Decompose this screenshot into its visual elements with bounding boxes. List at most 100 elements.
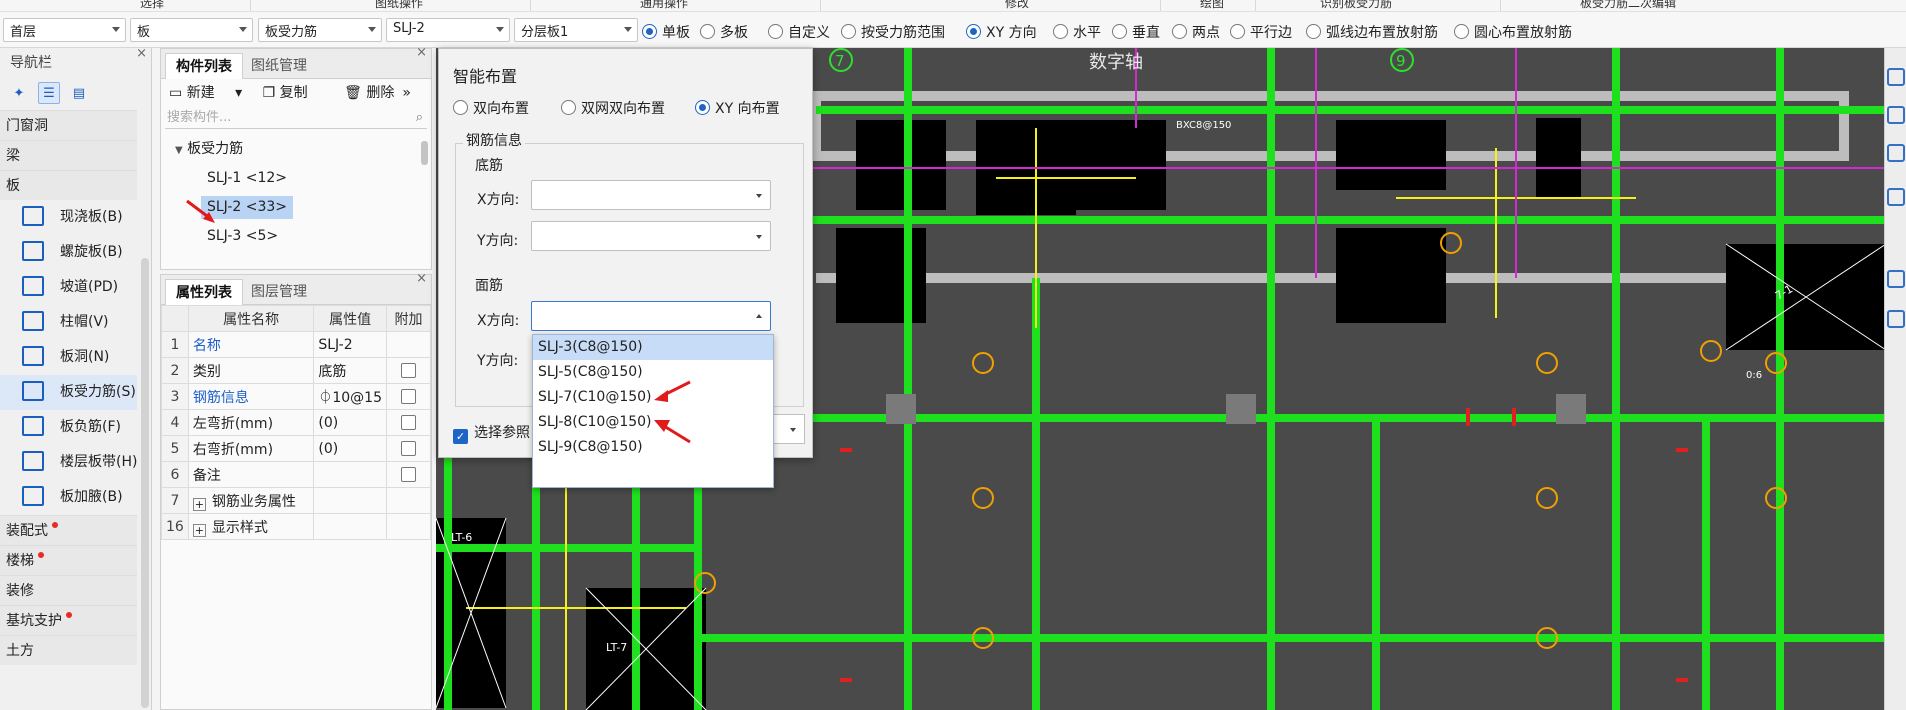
select-reference-checkbox[interactable]: ✓ 选择参照	[453, 422, 530, 444]
extra-checkbox[interactable]	[401, 388, 416, 404]
radio-multi-slab[interactable]: 多板	[700, 22, 748, 41]
ribbon-group-common[interactable]: 通用操作	[640, 0, 688, 11]
radio-vertical[interactable]: 垂直	[1112, 22, 1160, 41]
prop-value[interactable]: (0)	[313, 435, 387, 462]
tab-layer-manager[interactable]: 图层管理	[241, 279, 317, 305]
tree-item[interactable]: SLJ-1 <12>	[161, 164, 431, 193]
close-icon[interactable]: ×	[136, 46, 147, 61]
copy-button[interactable]: ❐ 复制	[263, 85, 324, 101]
close-icon[interactable]: ×	[416, 271, 427, 286]
nav-category-pit[interactable]: 基坑支护	[0, 605, 137, 635]
ribbon-group-drawing[interactable]: 图纸操作	[375, 0, 423, 11]
nav-item-cast-slab[interactable]: 现浇板(B)	[0, 200, 137, 235]
ribbon-group-secondary-edit[interactable]: 板受力筋二次编辑	[1580, 0, 1676, 11]
close-icon[interactable]: ×	[416, 45, 427, 60]
layer-box-icon[interactable]	[1887, 270, 1905, 288]
top-x-select[interactable]	[531, 301, 771, 331]
table-row[interactable]: 7 + 钢筋业务属性	[161, 487, 431, 514]
reference-select[interactable]	[769, 414, 805, 444]
ribbon-group-draw[interactable]: 绘图	[1200, 0, 1224, 11]
expand-icon[interactable]: +	[192, 497, 206, 511]
nav-item-ramp[interactable]: 坡道(PD)	[0, 270, 137, 305]
nav-category-slab[interactable]: 板	[0, 170, 137, 200]
new-button[interactable]: ▭ 新建 ▾	[169, 85, 242, 101]
expand-icon[interactable]: +	[192, 523, 206, 537]
nav-scrollbar[interactable]	[141, 258, 149, 708]
radio-xy-direction[interactable]: XY 方向	[966, 22, 1037, 41]
extra-checkbox[interactable]	[401, 440, 416, 456]
ribbon-group-identify[interactable]: 识别板受力筋	[1320, 0, 1392, 11]
solid-view-icon[interactable]	[1887, 188, 1905, 206]
dropdown-option-selected[interactable]: SLJ-3(C8@150)	[533, 335, 773, 360]
prop-extra	[386, 435, 431, 462]
prop-value[interactable]: (0)	[313, 409, 387, 436]
radio-center-radial[interactable]: 圆心布置放射筋	[1454, 22, 1572, 41]
component-type-select[interactable]: 板受力筋	[258, 18, 382, 42]
prop-value[interactable]: ⏀10@15	[313, 383, 387, 410]
nav-item-negative-rebar[interactable]: 板负筋(F)	[0, 410, 137, 445]
radio-by-rebar-range[interactable]: 按受力筋范围	[841, 22, 945, 41]
radio-two-way[interactable]: 双向布置	[453, 98, 529, 117]
table-row[interactable]: 2 类别 底筋	[161, 357, 431, 384]
nav-item-haunch[interactable]: 板加腋(B)	[0, 480, 137, 515]
radio-parallel-edge[interactable]: 平行边	[1230, 22, 1292, 41]
prop-value[interactable]: SLJ-2	[313, 331, 387, 358]
table-row[interactable]: 3 钢筋信息 ⏀10@15	[161, 383, 431, 410]
nav-item-spiral-slab[interactable]: 螺旋板(B)	[0, 235, 137, 270]
category-select[interactable]: 板	[130, 18, 253, 42]
extra-checkbox[interactable]	[401, 362, 416, 378]
extra-checkbox[interactable]	[401, 414, 416, 430]
tree-root[interactable]: ▼ 板受力筋	[161, 135, 431, 164]
radio-arc-edge-radial[interactable]: 弧线边布置放射筋	[1306, 22, 1438, 41]
table-row[interactable]: 4 左弯折(mm) (0)	[161, 409, 431, 436]
prop-name-group[interactable]: + 显示样式	[187, 513, 315, 540]
radio-xy-layout[interactable]: XY 向布置	[695, 98, 780, 117]
table-row[interactable]: 16 + 显示样式	[161, 513, 431, 540]
prop-name-group[interactable]: + 钢筋业务属性	[187, 487, 315, 514]
prop-value[interactable]	[313, 461, 387, 488]
delete-button[interactable]: 🗑 删除	[344, 85, 410, 101]
tab-component-list[interactable]: 构件列表	[165, 53, 243, 79]
table-row[interactable]: 6 备注	[161, 461, 431, 488]
bottom-y-select[interactable]	[531, 221, 771, 251]
ribbon-group-select[interactable]: 选择	[140, 0, 164, 11]
nav-category-beam[interactable]: 梁	[0, 140, 137, 170]
component-select[interactable]: SLJ-2	[386, 18, 510, 42]
ribbon-group-modify[interactable]: 修改	[1005, 0, 1029, 11]
nav-category-stairs[interactable]: 楼梯	[0, 545, 137, 575]
tab-drawing-manager[interactable]: 图纸管理	[241, 53, 317, 79]
list-view-icon[interactable]: ☰	[38, 82, 60, 104]
curve-tool-icon[interactable]	[1887, 68, 1905, 86]
nav-category-earth[interactable]: 土方	[0, 635, 137, 665]
box-view-icon[interactable]	[1887, 144, 1905, 162]
tab-properties[interactable]: 属性列表	[165, 279, 243, 305]
nav-category-door-window[interactable]: 门窗洞	[0, 110, 137, 140]
nav-item-slab-hole[interactable]: 板洞(N)	[0, 340, 137, 375]
tree-scrollbar[interactable]	[421, 141, 428, 165]
radio-custom[interactable]: 自定义	[768, 22, 830, 41]
nav-category-prefab[interactable]: 装配式	[0, 515, 137, 545]
nav-item-floor-strip[interactable]: 楼层板带(H)	[0, 445, 137, 480]
prop-value[interactable]: 底筋	[313, 357, 387, 384]
table-row[interactable]: 1 名称 SLJ-2	[161, 331, 431, 358]
nav-item-slab-rebar[interactable]: 板受力筋(S)	[0, 375, 137, 410]
table-row[interactable]: 5 右弯折(mm) (0)	[161, 435, 431, 462]
extra-checkbox[interactable]	[401, 466, 416, 482]
layer-select[interactable]: 分层板1	[514, 18, 638, 42]
3d-view-icon[interactable]	[1887, 106, 1905, 124]
pin-icon[interactable]: ✦	[8, 83, 30, 105]
nav-item-column-cap[interactable]: 柱帽(V)	[0, 305, 137, 340]
bottom-x-select[interactable]	[531, 180, 771, 210]
radio-single-slab[interactable]: 单板	[642, 22, 690, 41]
radio-label: 水平	[1073, 25, 1101, 41]
radio-dot	[768, 24, 783, 39]
floor-select[interactable]: 首层	[3, 18, 126, 42]
detail-view-icon[interactable]: ▤	[68, 83, 90, 105]
radio-two-points[interactable]: 两点	[1172, 22, 1220, 41]
radio-horizontal[interactable]: 水平	[1053, 22, 1101, 41]
more-button[interactable]: »	[402, 79, 411, 107]
radio-two-net-two-way[interactable]: 双网双向布置	[561, 98, 665, 117]
panel-list-icon[interactable]	[1887, 310, 1905, 328]
search-input[interactable]: 搜索构件... ⌕	[165, 107, 427, 129]
nav-category-decoration[interactable]: 装修	[0, 575, 137, 605]
